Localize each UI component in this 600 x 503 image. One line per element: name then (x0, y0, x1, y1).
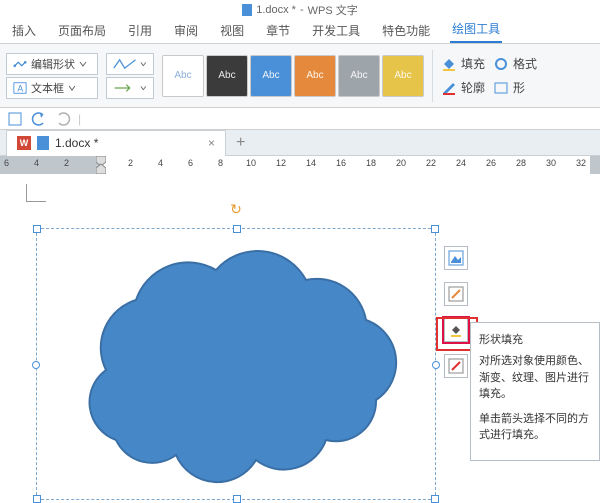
resize-handle[interactable] (431, 495, 439, 503)
tooltip-body: 单击箭头选择不同的方式进行填充。 (479, 411, 591, 444)
resize-handle[interactable] (32, 361, 40, 369)
tooltip-title: 形状填充 (479, 331, 591, 347)
fill-button[interactable]: 填充 (441, 54, 485, 74)
quick-toolbar: | (0, 108, 600, 130)
shape-effect-label: 形 (513, 79, 525, 96)
tab-review[interactable]: 审阅 (172, 18, 200, 43)
effects-icon (448, 358, 464, 374)
style-swatches: Abc Abc Abc Abc Abc Abc (162, 55, 424, 97)
edit-shape-button[interactable]: 编辑形状 (6, 53, 98, 75)
fill-outline-group: 填充 轮廓 (441, 54, 485, 98)
format-label: 格式 (513, 55, 537, 72)
resize-handle[interactable] (33, 495, 41, 503)
ribbon: 编辑形状 A 文本框 Abc Abc Abc Abc Abc Abc 填充 (0, 44, 600, 108)
outline-label: 轮廓 (461, 79, 485, 96)
outline-button[interactable]: 轮廓 (441, 78, 485, 98)
tab-section[interactable]: 章节 (264, 18, 292, 43)
horizontal-ruler[interactable]: 6 4 2 2 4 6 8 10 12 14 16 18 20 22 24 26… (0, 156, 600, 174)
document-tab[interactable]: W 1.docx * × (6, 130, 226, 156)
tooltip-body: 对所选对象使用颜色、渐变、纹理、图片进行填充。 (479, 353, 591, 403)
shape-line-group (106, 53, 154, 99)
tab-devtools[interactable]: 开发工具 (310, 18, 362, 43)
tab-drawing-tools[interactable]: 绘图工具 (450, 16, 502, 43)
freeform-icon (113, 57, 136, 71)
document-tabs: W 1.docx * × + (0, 130, 600, 156)
style-swatch-blue[interactable]: Abc (250, 55, 292, 97)
svg-text:A: A (17, 83, 23, 93)
chevron-down-icon (140, 84, 147, 92)
quick-effects-button[interactable] (444, 354, 468, 378)
chevron-down-icon (140, 60, 147, 68)
selection-frame: ↻ (36, 228, 436, 500)
paint-bucket-icon (448, 322, 464, 338)
style-swatch-white[interactable]: Abc (162, 55, 204, 97)
title-app: WPS 文字 (308, 2, 358, 18)
style-swatch-yellow[interactable]: Abc (382, 55, 424, 97)
arrow-icon (113, 81, 136, 95)
shape-edit-group: 编辑形状 A 文本框 (6, 53, 98, 99)
paint-bucket-icon (441, 57, 457, 71)
gear-icon (493, 57, 509, 71)
close-tab-icon[interactable]: × (208, 136, 215, 150)
title-doc: 1.docx * (256, 4, 296, 16)
tab-reference[interactable]: 引用 (126, 18, 154, 43)
doc-icon (242, 4, 252, 16)
style-swatch-orange[interactable]: Abc (294, 55, 336, 97)
menu-tabs: 插入 页面布局 引用 审阅 视图 章节 开发工具 特色功能 绘图工具 (0, 20, 600, 44)
style-swatch-gray[interactable]: Abc (338, 55, 380, 97)
pen-outline-icon (448, 286, 464, 302)
resize-handle[interactable] (431, 225, 439, 233)
quick-style-button[interactable] (444, 246, 468, 270)
style-swatch-black[interactable]: Abc (206, 55, 248, 97)
shape-quickbar (444, 246, 468, 378)
chevron-down-icon (68, 84, 76, 92)
text-box-button[interactable]: A 文本框 (6, 77, 98, 99)
page-corner (26, 184, 46, 202)
pen-icon (441, 81, 457, 95)
save-icon[interactable] (6, 111, 24, 127)
tooltip: 形状填充 对所选对象使用颜色、渐变、纹理、图片进行填充。 单击箭头选择不同的方式… (470, 322, 600, 461)
resize-handle[interactable] (233, 495, 241, 503)
edit-shape-label: 编辑形状 (31, 56, 75, 72)
tab-insert[interactable]: 插入 (10, 18, 38, 43)
wps-app-icon: W (17, 136, 31, 150)
resize-handle[interactable] (233, 225, 241, 233)
shape-effect-button[interactable]: 形 (493, 78, 537, 98)
title-bar: 1.docx * - WPS 文字 (0, 0, 600, 20)
resize-handle[interactable] (33, 225, 41, 233)
document-canvas[interactable]: ↻ 形状填充 对所选对象使用颜色、渐变、纹理、图片进行填充。 单击箭头选择不同的… (0, 174, 600, 500)
rotate-handle-icon[interactable]: ↻ (230, 201, 242, 218)
indent-marker-icon[interactable] (96, 156, 106, 174)
text-box-label: 文本框 (31, 80, 64, 96)
redo-icon[interactable] (54, 111, 72, 127)
shape-arrow-button[interactable] (106, 77, 154, 99)
quick-outline-button[interactable] (444, 282, 468, 306)
separator (432, 50, 433, 102)
quick-shape-fill-button[interactable] (444, 318, 468, 342)
fill-label: 填充 (461, 55, 485, 72)
edit-shape-icon (13, 57, 27, 71)
shape-line-button[interactable] (106, 53, 154, 75)
picture-icon (448, 250, 464, 266)
tab-layout[interactable]: 页面布局 (56, 18, 108, 43)
tab-feature[interactable]: 特色功能 (380, 18, 432, 43)
resize-handle[interactable] (432, 361, 440, 369)
shape-icon (493, 81, 509, 95)
document-tab-name: 1.docx * (55, 136, 202, 150)
chevron-down-icon (79, 60, 87, 68)
text-box-icon: A (13, 81, 27, 95)
format-button[interactable]: 格式 (493, 54, 537, 74)
undo-icon[interactable] (30, 111, 48, 127)
doc-icon (37, 136, 49, 150)
add-tab-button[interactable]: + (236, 134, 245, 152)
tab-view[interactable]: 视图 (218, 18, 246, 43)
format-group: 格式 形 (493, 54, 537, 98)
